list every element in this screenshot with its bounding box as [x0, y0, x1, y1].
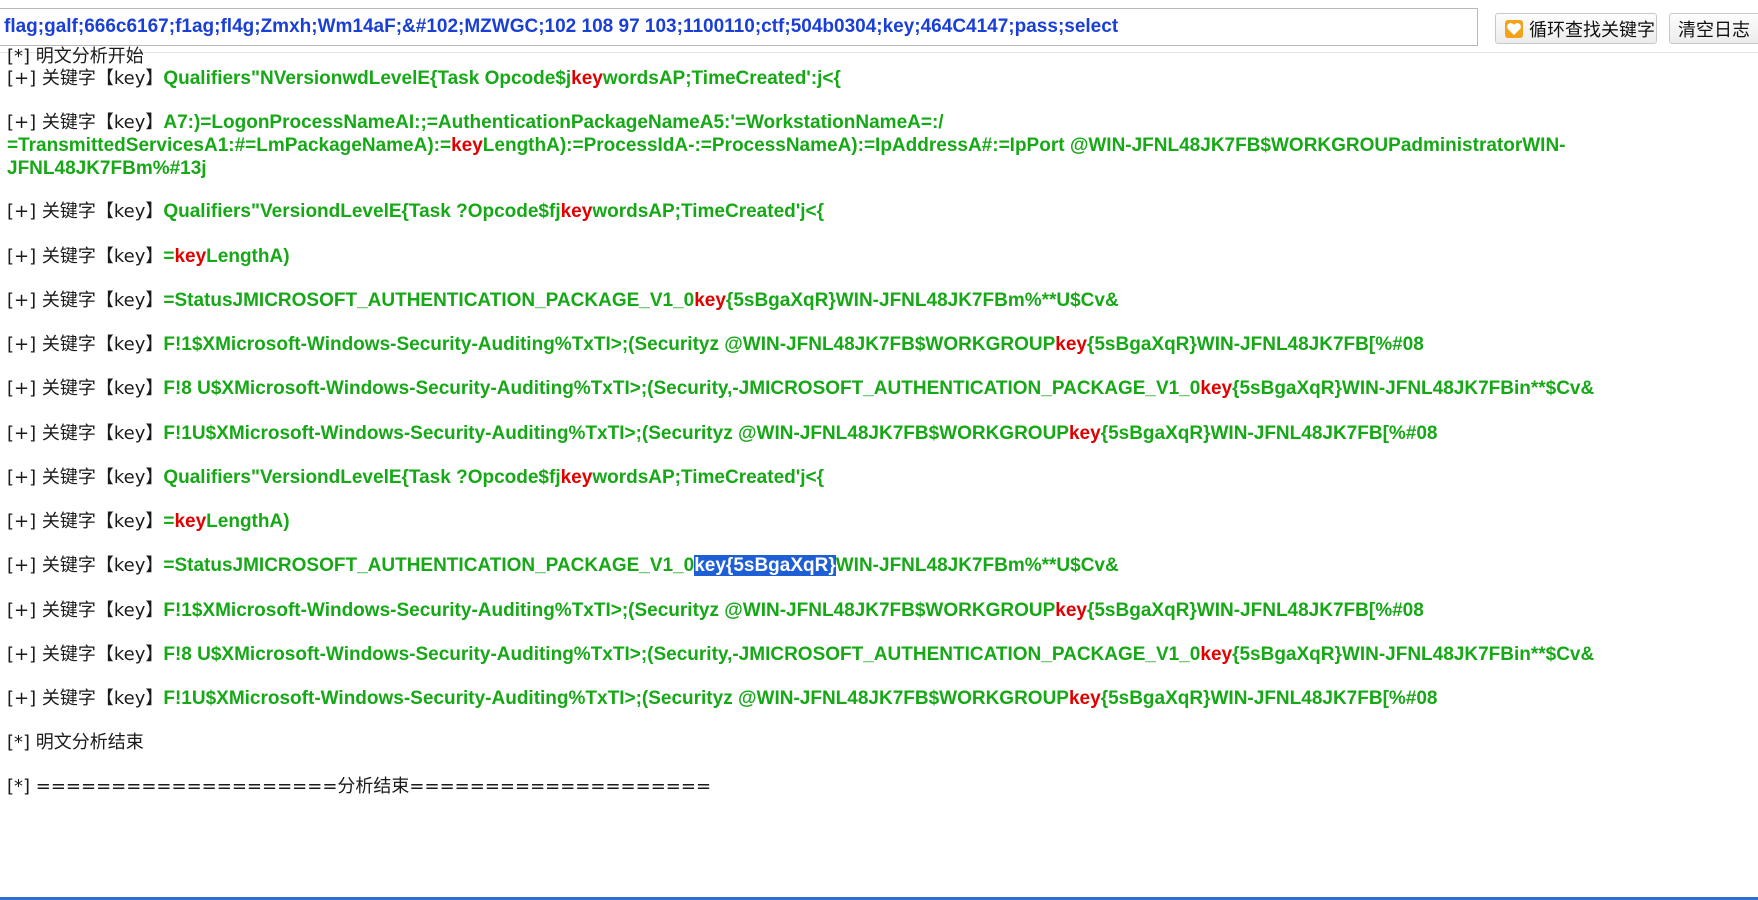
log-entry-text: Qualifiers"VersiondLevelE{Task ?Opcode$f…: [163, 201, 561, 222]
log-entry-text: =: [163, 511, 175, 532]
log-entry: [+] 关键字【key】F!1$XMicrosoft-Windows-Secur…: [7, 599, 1424, 623]
loop-find-keyword-label: 循环查找关键字: [1529, 19, 1655, 41]
log-entry-text: F!1U$XMicrosoft-Windows-Security-Auditin…: [163, 688, 1069, 709]
log-entry-text: F!8 U$XMicrosoft-Windows-Security-Auditi…: [163, 644, 1201, 665]
clear-log-button[interactable]: 清空日志: [1669, 13, 1758, 44]
clear-log-label: 清空日志: [1678, 19, 1750, 41]
log-entry-prefix: [+] 关键字【key】: [7, 688, 164, 709]
keyword-highlight: key: [694, 555, 726, 576]
log-entry-text: {5sBgaXqR}WIN-JFNL48JK7FBm%**U$Cv&: [725, 290, 1119, 311]
log-entry-prefix: [+] 关键字【key】: [7, 423, 164, 444]
keyword-highlight: key: [1068, 688, 1101, 709]
log-entry-text: LengthA):=ProcessIdA-:=ProcessNameA):=Ip…: [482, 135, 1566, 156]
log-entry-prefix: [+] 关键字【key】: [7, 555, 164, 576]
selected-text[interactable]: key{5sBgaXqR}: [694, 555, 836, 576]
log-entry-text: LengthA): [206, 511, 290, 532]
keyword-highlight: key: [174, 246, 207, 267]
log-entry-text: {5sBgaXqR}WIN-JFNL48JK7FB[%#08: [1086, 334, 1424, 355]
keyword-highlight: key: [571, 68, 603, 89]
keyword-search-input[interactable]: [0, 8, 1478, 46]
log-end-plain-line: [*] 明文分析结束: [7, 732, 144, 753]
log-entry-prefix: [+] 关键字【key】: [7, 378, 164, 399]
keyword-highlight: key: [1068, 423, 1101, 444]
keyword-highlight: key: [560, 201, 593, 222]
log-entry-prefix: [+] 关键字【key】: [7, 644, 164, 665]
log-entry: [+] 关键字【key】A7:)=LogonProcessNameAI:;=Au…: [7, 111, 944, 135]
log-entry-text: {5sBgaXqR}WIN-JFNL48JK7FB[%#08: [1100, 423, 1438, 444]
log-entry-text: F!1$XMicrosoft-Windows-Security-Auditing…: [163, 334, 1056, 355]
log-entry-text: {5sBgaXqR}WIN-JFNL48JK7FB[%#08: [1086, 600, 1424, 621]
log-entry: [+] 关键字【key】F!8 U$XMicrosoft-Windows-Sec…: [7, 377, 1594, 401]
log-entry-text: wordsAP;TimeCreated'j<{: [592, 467, 825, 488]
keyword-highlight: key: [451, 135, 483, 156]
keyword-highlight: key: [1055, 600, 1087, 621]
selected-text-value: {5sBgaXqR}: [725, 555, 836, 576]
keyword-highlight: key: [1055, 334, 1087, 355]
log-entry: [+] 关键字【key】=keyLengthA): [7, 510, 290, 534]
log-entry-prefix: [+] 关键字【key】: [7, 334, 164, 355]
log-entry-continuation: JFNL48JK7FBm%#13j: [7, 157, 207, 181]
log-entry-text: A7:)=LogonProcessNameAI:;=Authentication…: [163, 112, 944, 133]
log-entry-prefix: [+] 关键字【key】: [7, 68, 164, 89]
log-start-line: [*] 明文分析开始: [7, 46, 144, 67]
log-entry-text: wordsAP;TimeCreated'j<{: [592, 201, 825, 222]
log-entry-text: wordsAP;TimeCreated':j<{: [602, 68, 841, 89]
keyword-highlight: key: [694, 290, 726, 311]
log-entry-prefix: [+] 关键字【key】: [7, 112, 164, 133]
log-entry-prefix: [+] 关键字【key】: [7, 600, 164, 621]
log-entry: [+] 关键字【key】F!1$XMicrosoft-Windows-Secur…: [7, 333, 1424, 357]
log-entry-continuation: =TransmittedServicesA1:#=LmPackageNameA)…: [7, 134, 1566, 158]
log-entry-text: WIN-JFNL48JK7FBm%**U$Cv&: [835, 555, 1119, 576]
toolbar: 循环查找关键字 清空日志: [0, 0, 1758, 53]
keyword-highlight: key: [1200, 378, 1233, 399]
keyword-highlight: key: [174, 511, 207, 532]
log-entry-text: LengthA): [206, 246, 290, 267]
log-entry-text: {5sBgaXqR}WIN-JFNL48JK7FBin**$Cv&: [1232, 378, 1595, 399]
log-entry: [+] 关键字【key】=StatusJMICROSOFT_AUTHENTICA…: [7, 554, 1119, 578]
log-entry: [+] 关键字【key】F!1U$XMicrosoft-Windows-Secu…: [7, 422, 1438, 446]
log-entry-text: =StatusJMICROSOFT_AUTHENTICATION_PACKAGE…: [163, 555, 695, 576]
heart-icon: [1504, 19, 1524, 39]
log-entry-prefix: [+] 关键字【key】: [7, 290, 164, 311]
log-entry-text: =: [163, 246, 175, 267]
log-entry-text: {5sBgaXqR}WIN-JFNL48JK7FBin**$Cv&: [1232, 644, 1595, 665]
log-entry-text: {5sBgaXqR}WIN-JFNL48JK7FB[%#08: [1100, 688, 1438, 709]
log-entry-text: =StatusJMICROSOFT_AUTHENTICATION_PACKAGE…: [163, 290, 695, 311]
log-entry-text: Qualifiers"VersiondLevelE{Task ?Opcode$f…: [163, 467, 561, 488]
log-entry-text: =TransmittedServicesA1:#=LmPackageNameA)…: [7, 135, 452, 156]
log-entry-prefix: [+] 关键字【key】: [7, 467, 164, 488]
log-entry: [+] 关键字【key】=StatusJMICROSOFT_AUTHENTICA…: [7, 289, 1119, 313]
log-entry: [+] 关键字【key】F!1U$XMicrosoft-Windows-Secu…: [7, 687, 1438, 711]
log-entry: [+] 关键字【key】F!8 U$XMicrosoft-Windows-Sec…: [7, 643, 1594, 667]
log-entry-text: Qualifiers"NVersionwdLevelE{Task Opcode$…: [163, 68, 572, 89]
log-entry: [+] 关键字【key】Qualifiers"VersiondLevelE{Ta…: [7, 466, 824, 490]
log-entry-text: F!8 U$XMicrosoft-Windows-Security-Auditi…: [163, 378, 1201, 399]
log-entry: [+] 关键字【key】Qualifiers"VersiondLevelE{Ta…: [7, 200, 824, 224]
log-entry-text: JFNL48JK7FBm%#13j: [7, 158, 207, 179]
log-entry-text: F!1U$XMicrosoft-Windows-Security-Auditin…: [163, 423, 1069, 444]
log-entry-text: F!1$XMicrosoft-Windows-Security-Auditing…: [163, 600, 1056, 621]
log-entry: [+] 关键字【key】Qualifiers"NVersionwdLevelE{…: [7, 67, 841, 91]
log-entry-prefix: [+] 关键字【key】: [7, 246, 164, 267]
log-entry-prefix: [+] 关键字【key】: [7, 511, 164, 532]
log-entry-prefix: [+] 关键字【key】: [7, 201, 164, 222]
log-entry: [+] 关键字【key】=keyLengthA): [7, 245, 290, 269]
keyword-highlight: key: [1200, 644, 1233, 665]
loop-find-keyword-button[interactable]: 循环查找关键字: [1495, 13, 1657, 44]
log-end-line: [*] ====================分析结束============…: [7, 776, 712, 797]
keyword-highlight: key: [560, 467, 593, 488]
